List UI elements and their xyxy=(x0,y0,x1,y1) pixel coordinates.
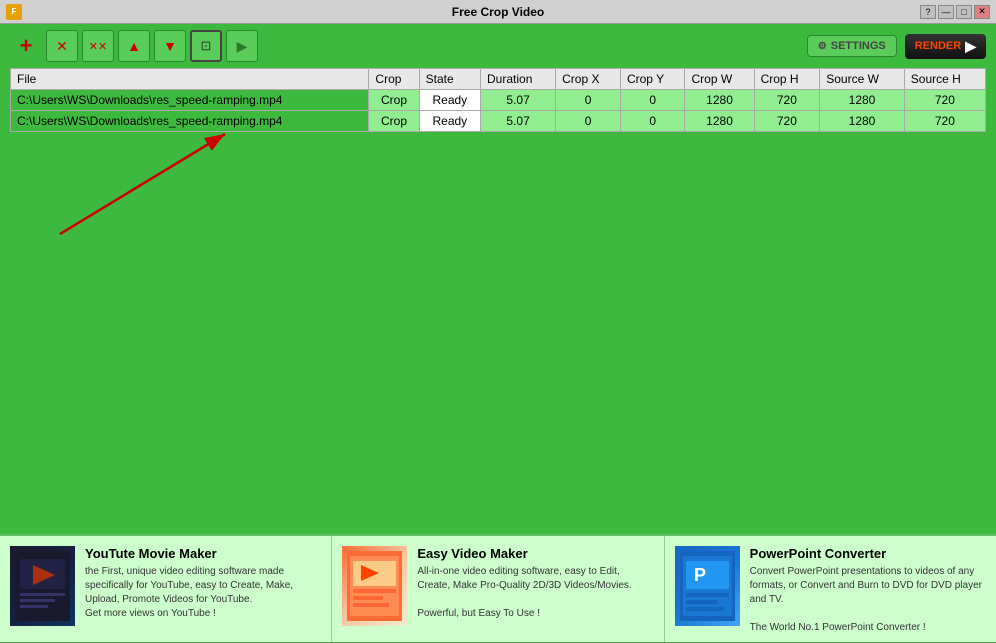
ad-easy-video: Easy Video Maker All-in-one video editin… xyxy=(332,536,664,642)
value-cell: 0 xyxy=(620,111,685,132)
help-button[interactable]: ? xyxy=(920,5,936,19)
ad-ppt-text: Convert PowerPoint presentations to vide… xyxy=(750,565,986,635)
ad-ppt-title: PowerPoint Converter xyxy=(750,546,986,561)
value-cell: 720 xyxy=(904,90,985,111)
render-icon: ▶ xyxy=(965,38,976,55)
col-source-h: Source H xyxy=(904,69,985,90)
value-cell: 5.07 xyxy=(481,90,556,111)
main-container: + ✕ ✕✕ ▲ ▼ ⊡ ▶ ⚙ SETTINGS RENDER ▶ File … xyxy=(0,24,996,534)
state-cell: Ready xyxy=(419,90,480,111)
close-button[interactable]: ✕ xyxy=(974,5,990,19)
crop-tool-button[interactable]: ⊡ xyxy=(190,30,222,62)
minimize-button[interactable]: — xyxy=(938,5,954,19)
ad-youtube-title: YouTute Movie Maker xyxy=(85,546,321,561)
render-button[interactable]: RENDER ▶ xyxy=(905,34,986,59)
col-file: File xyxy=(11,69,369,90)
value-cell: 0 xyxy=(556,90,621,111)
state-cell: Ready xyxy=(419,111,480,132)
value-cell: 720 xyxy=(754,111,820,132)
ad-ppt-image: P xyxy=(675,546,740,626)
ad-easy-video-text: All-in-one video editing software, easy … xyxy=(417,565,653,621)
file-cell[interactable]: C:\Users\WS\Downloads\res_speed-ramping.… xyxy=(11,90,369,111)
ad-ppt: P PowerPoint Converter Convert PowerPoin… xyxy=(665,536,996,642)
col-state: State xyxy=(419,69,480,90)
col-source-w: Source W xyxy=(820,69,905,90)
table-header-row: File Crop State Duration Crop X Crop Y C… xyxy=(11,69,986,90)
ad-easy-video-image xyxy=(342,546,407,626)
app-icon: F xyxy=(6,4,22,20)
window-controls: ? — □ ✕ xyxy=(920,5,990,19)
file-cell[interactable]: C:\Users\WS\Downloads\res_speed-ramping.… xyxy=(11,111,369,132)
ad-youtube-image xyxy=(10,546,75,626)
maximize-button[interactable]: □ xyxy=(956,5,972,19)
ad-easy-video-title: Easy Video Maker xyxy=(417,546,653,561)
value-cell: 0 xyxy=(620,90,685,111)
add-file-button[interactable]: + xyxy=(10,30,42,62)
ad-youtube-content: YouTute Movie Maker the First, unique vi… xyxy=(85,546,321,621)
table-row[interactable]: C:\Users\WS\Downloads\res_speed-ramping.… xyxy=(11,111,986,132)
ads-area: YouTute Movie Maker the First, unique vi… xyxy=(0,534,996,642)
col-duration: Duration xyxy=(481,69,556,90)
window-title: Free Crop Video xyxy=(452,5,544,19)
toolbar: + ✕ ✕✕ ▲ ▼ ⊡ ▶ ⚙ SETTINGS RENDER ▶ xyxy=(0,24,996,68)
col-crop-w: Crop W xyxy=(685,69,754,90)
remove-all-button[interactable]: ✕✕ xyxy=(82,30,114,62)
col-crop: Crop xyxy=(369,69,419,90)
render-label: RENDER xyxy=(915,40,961,52)
ad-easy-video-content: Easy Video Maker All-in-one video editin… xyxy=(417,546,653,621)
value-cell: 720 xyxy=(904,111,985,132)
file-table: File Crop State Duration Crop X Crop Y C… xyxy=(10,68,986,132)
col-crop-h: Crop H xyxy=(754,69,820,90)
move-down-button[interactable]: ▼ xyxy=(154,30,186,62)
crop-cell[interactable]: Crop xyxy=(369,111,419,132)
move-up-button[interactable]: ▲ xyxy=(118,30,150,62)
svg-text:P: P xyxy=(694,565,706,585)
gear-icon: ⚙ xyxy=(818,41,827,52)
col-crop-x: Crop X xyxy=(556,69,621,90)
value-cell: 720 xyxy=(754,90,820,111)
ad-ppt-content: PowerPoint Converter Convert PowerPoint … xyxy=(750,546,986,635)
value-cell: 1280 xyxy=(685,90,754,111)
annotation-arrow xyxy=(30,124,250,244)
value-cell: 5.07 xyxy=(481,111,556,132)
settings-button[interactable]: ⚙ SETTINGS xyxy=(807,35,897,57)
table-row[interactable]: C:\Users\WS\Downloads\res_speed-ramping.… xyxy=(11,90,986,111)
value-cell: 1280 xyxy=(685,111,754,132)
value-cell: 0 xyxy=(556,111,621,132)
value-cell: 1280 xyxy=(820,111,905,132)
title-bar: F Free Crop Video ? — □ ✕ xyxy=(0,0,996,24)
crop-cell[interactable]: Crop xyxy=(369,90,419,111)
settings-label: SETTINGS xyxy=(831,40,886,52)
play-button[interactable]: ▶ xyxy=(226,30,258,62)
col-crop-y: Crop Y xyxy=(620,69,685,90)
remove-button[interactable]: ✕ xyxy=(46,30,78,62)
file-table-area: File Crop State Duration Crop X Crop Y C… xyxy=(10,68,986,132)
ad-youtube: YouTute Movie Maker the First, unique vi… xyxy=(0,536,332,642)
value-cell: 1280 xyxy=(820,90,905,111)
ad-youtube-text: the First, unique video editing software… xyxy=(85,565,321,621)
